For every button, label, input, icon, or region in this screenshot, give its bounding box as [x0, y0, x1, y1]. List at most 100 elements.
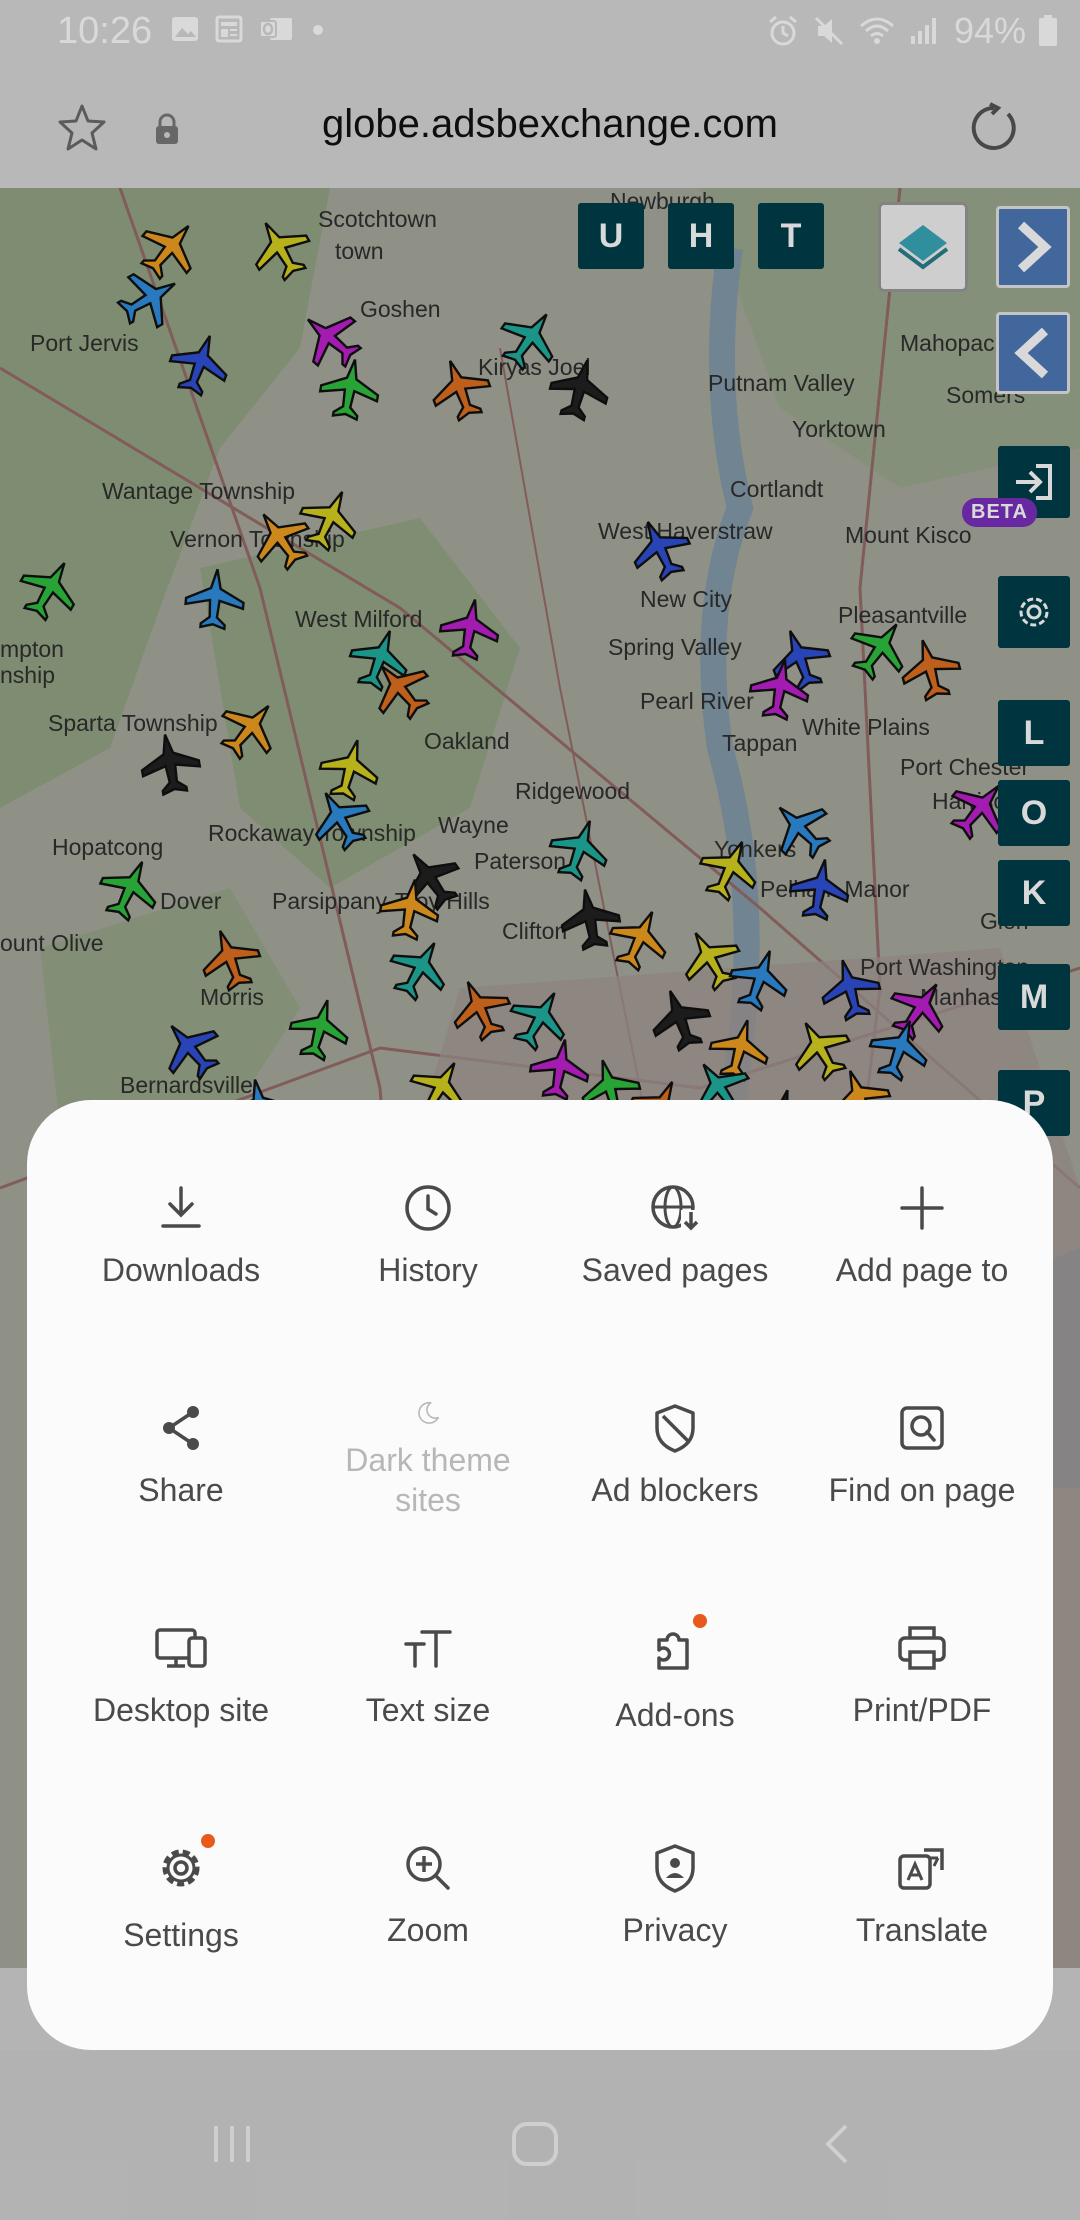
map-control-o[interactable]: O — [998, 780, 1070, 846]
menu-label: Translate — [855, 1912, 989, 1948]
star-icon[interactable] — [56, 102, 108, 154]
prev-arrow-button[interactable] — [996, 312, 1070, 394]
menu-item-privacy[interactable]: Privacy — [550, 1760, 800, 1960]
battery-percent: 94% — [953, 10, 1026, 51]
menu-label: Saved pages — [581, 1252, 769, 1288]
map-control-k[interactable]: K — [998, 860, 1070, 926]
aircraft-icon[interactable] — [91, 850, 168, 928]
aircraft-icon[interactable] — [291, 480, 368, 558]
aircraft-icon[interactable] — [284, 993, 355, 1065]
reload-icon[interactable] — [968, 102, 1020, 154]
url-text[interactable]: globe.adsbexchange.com — [200, 102, 900, 147]
aircraft-icon[interactable] — [622, 510, 699, 588]
menu-item-translate[interactable]: Translate — [797, 1760, 1047, 1960]
aircraft-icon[interactable] — [544, 353, 615, 425]
chevron-right-icon — [1017, 221, 1052, 273]
menu-label: Add page to — [835, 1252, 1009, 1288]
aircraft-icon[interactable] — [193, 921, 267, 996]
aircraft-icon[interactable] — [500, 979, 579, 1059]
share-icon — [163, 1406, 199, 1450]
map-control-m[interactable]: M — [998, 964, 1070, 1030]
aircraft-icon[interactable] — [759, 787, 841, 869]
aircraft-icon[interactable] — [241, 209, 320, 289]
menu-label: Downloads — [101, 1252, 261, 1288]
aircraft-icon[interactable] — [601, 900, 678, 978]
gear-icon — [162, 1849, 200, 1887]
menu-item-history[interactable]: History — [303, 1100, 553, 1300]
aircraft-icon[interactable] — [879, 968, 960, 1049]
aircraft-icon[interactable] — [436, 595, 503, 663]
menu-item-share[interactable]: Share — [56, 1320, 306, 1520]
back-icon[interactable] — [818, 2120, 858, 2168]
battery-icon — [1039, 15, 1057, 46]
aircraft-icon[interactable] — [442, 970, 519, 1048]
aircraft-icon[interactable] — [359, 647, 441, 729]
aircraft-icon[interactable] — [316, 355, 383, 423]
home-icon[interactable] — [508, 2120, 564, 2168]
aircraft-icon[interactable] — [423, 351, 497, 426]
aircraft-icon[interactable] — [557, 885, 624, 953]
notification-dot — [201, 1834, 215, 1848]
menu-label: Desktop site — [92, 1692, 270, 1728]
menu-label: Dark theme sites — [345, 1442, 511, 1518]
map-control-l[interactable]: L — [998, 700, 1070, 766]
map-settings-button[interactable] — [998, 576, 1070, 648]
menu-item-dark-theme-sites[interactable]: Dark theme sites — [303, 1320, 553, 1520]
puzzle-icon — [657, 1632, 689, 1670]
menu-item-downloads[interactable]: Downloads — [56, 1100, 306, 1300]
menu-item-add-page-to[interactable]: Add page to — [797, 1100, 1047, 1300]
find-icon — [900, 1406, 944, 1450]
outlook-icon — [259, 18, 292, 40]
aircraft-icon[interactable] — [209, 687, 291, 769]
map-control-t[interactable]: T — [758, 203, 824, 269]
layers-button[interactable] — [878, 202, 968, 292]
aircraft-icon[interactable] — [129, 207, 211, 289]
menu-label: Zoom — [387, 1912, 469, 1948]
aircraft-icon[interactable] — [110, 259, 190, 338]
map-control-h[interactable]: H — [668, 203, 734, 269]
aircraft-icon[interactable] — [781, 1009, 860, 1089]
browser-address-bar: globe.adsbexchange.com — [0, 66, 1080, 190]
aircraft-icon[interactable] — [149, 1007, 231, 1089]
menu-item-add-ons[interactable]: Add-ons — [550, 1540, 800, 1740]
aircraft-icon[interactable] — [137, 730, 204, 798]
aircraft-icon[interactable] — [691, 830, 768, 908]
clock-icon — [405, 1185, 451, 1231]
download-icon — [161, 1186, 201, 1228]
status-time: 10:26 — [57, 10, 153, 52]
aircraft-icon[interactable] — [643, 981, 717, 1056]
mute-icon — [814, 16, 843, 46]
aircraft-icon[interactable] — [289, 297, 371, 379]
menu-label: History — [378, 1252, 478, 1288]
status-right: 94% — [766, 10, 1058, 52]
menu-item-print-pdf[interactable]: Print/PDF — [797, 1540, 1047, 1740]
map-control-u[interactable]: U — [578, 203, 644, 269]
menu-item-zoom[interactable]: Zoom — [303, 1760, 553, 1960]
aircraft-icon[interactable] — [671, 919, 750, 999]
chevron-left-icon — [1014, 327, 1049, 379]
alarm-icon — [768, 15, 797, 46]
aircraft-icon[interactable] — [489, 298, 570, 379]
menu-item-text-size[interactable]: Text size — [303, 1540, 553, 1740]
aircraft-icon[interactable] — [895, 633, 966, 705]
aircraft-icon[interactable] — [10, 549, 89, 629]
aircraft-icon[interactable] — [380, 929, 459, 1009]
menu-item-ad-blockers[interactable]: Ad blockers — [550, 1320, 800, 1520]
recents-icon[interactable] — [206, 2120, 258, 2168]
translate-icon — [898, 1848, 944, 1890]
menu-item-saved-pages[interactable]: Saved pages — [550, 1100, 800, 1300]
menu-item-desktop-site[interactable]: Desktop site — [56, 1540, 306, 1740]
menu-item-settings[interactable]: Settings — [56, 1760, 306, 1960]
aircraft-icon[interactable] — [184, 567, 247, 631]
aircraft-icon[interactable] — [543, 811, 617, 886]
privacy-icon — [655, 1844, 695, 1893]
aircraft-icon[interactable] — [163, 326, 237, 401]
lock-icon — [156, 113, 178, 144]
menu-label: Find on page — [828, 1472, 1016, 1508]
aircraft-icon[interactable] — [815, 953, 886, 1025]
status-bar: 10:26 94% — [0, 0, 1080, 66]
aircraft-icon[interactable] — [786, 855, 853, 923]
next-arrow-button[interactable] — [996, 206, 1070, 288]
dot-icon — [313, 25, 323, 35]
menu-item-find-on-page[interactable]: Find on page — [797, 1320, 1047, 1520]
